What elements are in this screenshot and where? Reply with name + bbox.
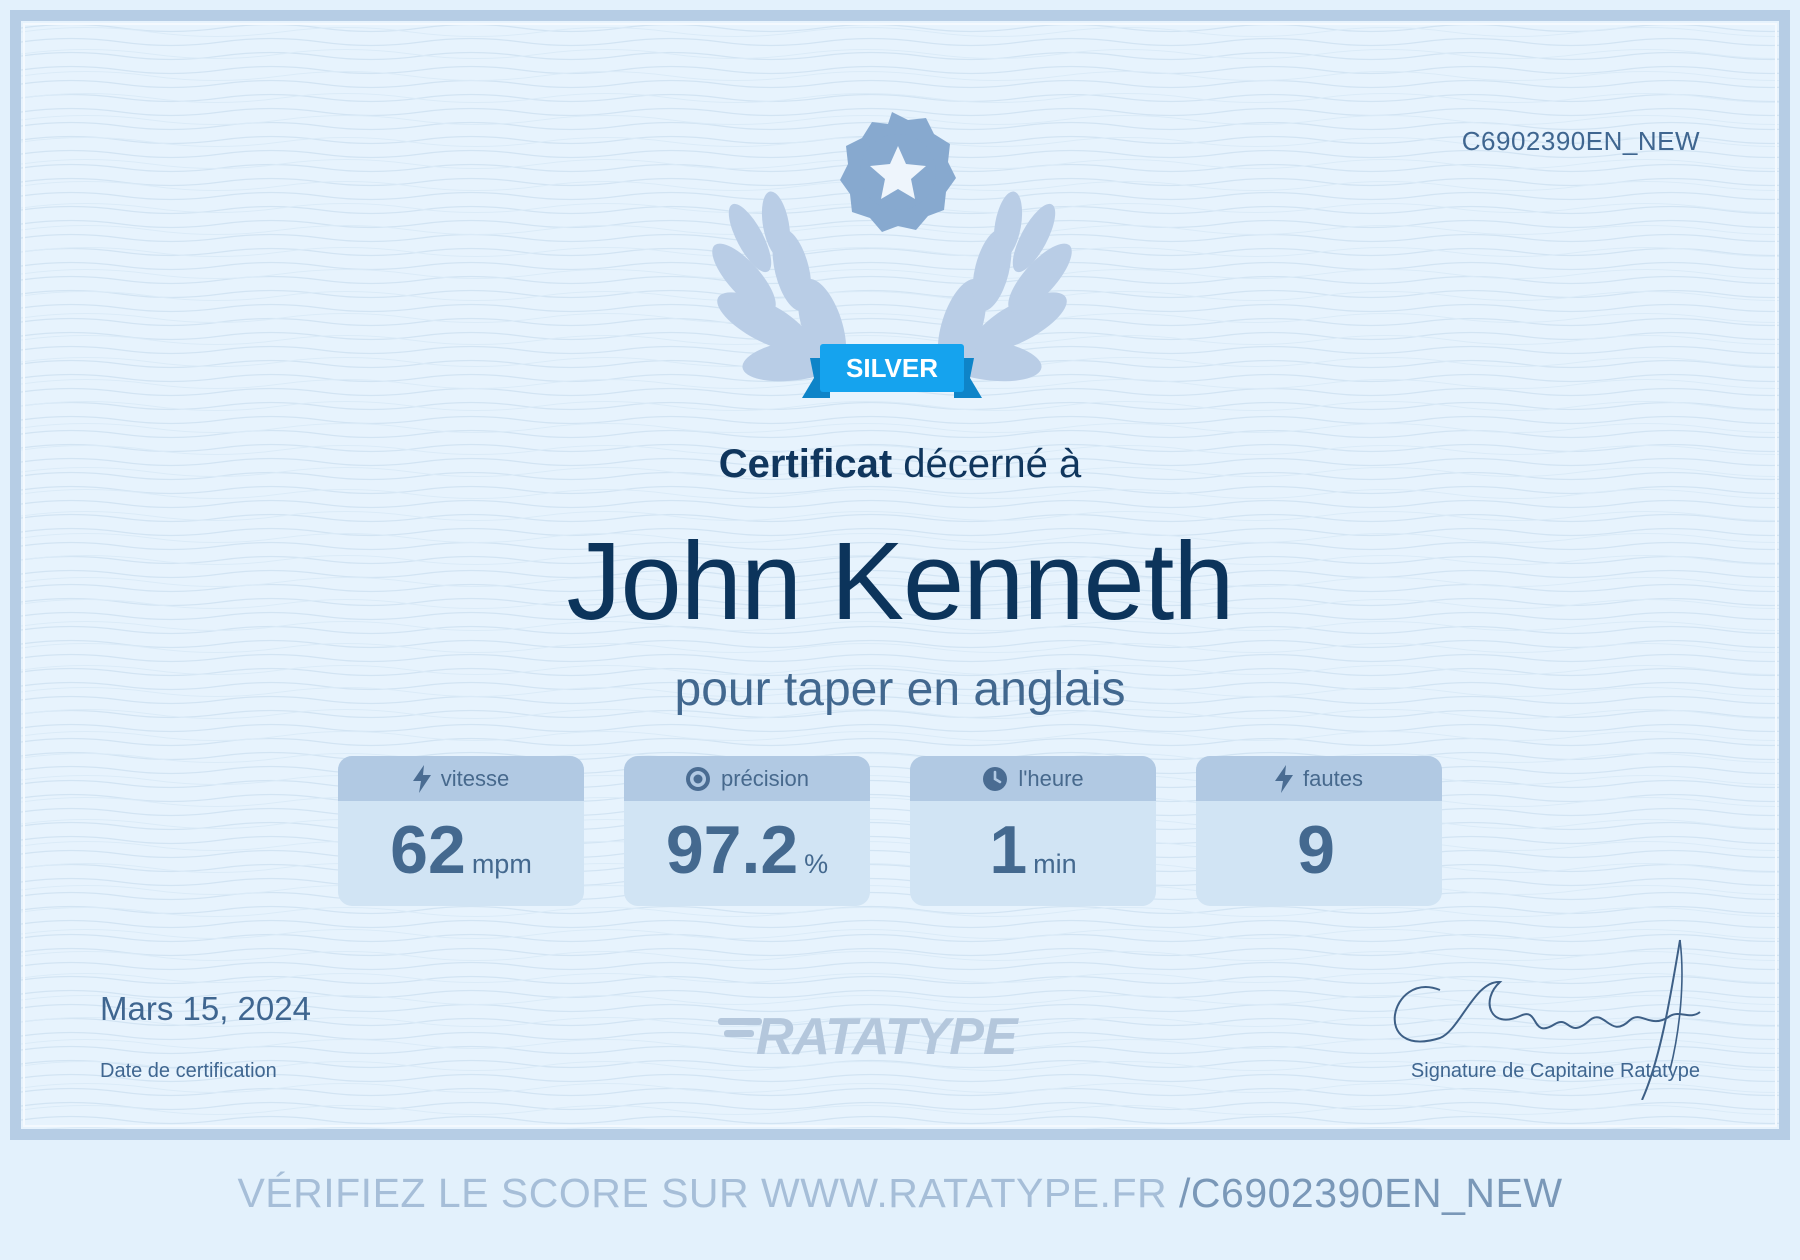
target-icon: [685, 766, 710, 791]
stat-card-accuracy: précision 97.2 %: [624, 756, 870, 906]
stat-body: 62 mpm: [338, 801, 584, 906]
verify-url-line: VÉRIFIEZ LE SCORE SUR WWW.RATATYPE.FR /C…: [0, 1170, 1800, 1217]
certificate-id: C6902390EN_NEW: [1461, 126, 1700, 156]
logo-text: RATATYPE: [756, 1008, 1019, 1064]
stat-card-speed: vitesse 62 mpm: [338, 756, 584, 906]
clock-icon: [983, 766, 1008, 791]
stat-value: 97.2: [665, 812, 799, 888]
stats-row: vitesse 62 mpm précision 97.2 % l'heure …: [338, 756, 1442, 906]
stat-header: précision: [624, 756, 870, 801]
silver-badge-label: SILVER: [846, 353, 938, 383]
awarded-strong: Certificat: [718, 442, 893, 486]
stat-label: précision: [720, 765, 810, 791]
stat-unit: %: [804, 849, 829, 879]
lightning-icon: [412, 764, 431, 793]
stat-unit: min: [1033, 849, 1077, 879]
stat-header: vitesse: [338, 756, 584, 801]
certificate-subtitle: pour taper en anglais: [674, 663, 1126, 716]
certification-date-label: Date de certification: [100, 1060, 277, 1082]
awarded-rest: décerné à: [903, 442, 1082, 486]
stat-body: 9: [1196, 801, 1442, 906]
ratatype-logo: RATATYPE: [718, 1008, 1020, 1064]
verify-prefix: VÉRIFIEZ LE SCORE SUR WWW.RATATYPE.FR: [237, 1170, 1168, 1216]
stat-card-errors: fautes 9: [1196, 756, 1442, 906]
stat-body: 1 min: [910, 801, 1156, 906]
certification-date: Mars 15, 2024: [100, 990, 311, 1027]
stat-value: 9: [1297, 812, 1335, 888]
signature-label: Signature de Capitaine Ratatype: [1410, 1060, 1700, 1082]
stat-header: l'heure: [910, 756, 1156, 801]
stat-header: fautes: [1196, 756, 1442, 801]
stat-value: 1: [989, 812, 1028, 888]
award-emblem: SILVER: [712, 112, 1072, 398]
stat-unit: mpm: [471, 849, 532, 879]
lightning-icon: [1275, 764, 1294, 793]
stat-value: 62: [390, 812, 466, 888]
stat-label: fautes: [1303, 765, 1363, 791]
stat-label: vitesse: [440, 765, 510, 791]
verify-link[interactable]: /C6902390EN_NEW: [1179, 1170, 1563, 1216]
star-rosette-icon: [840, 112, 956, 232]
stat-body: 97.2 %: [624, 801, 870, 906]
stat-label: l'heure: [1018, 765, 1084, 791]
awarded-heading: Certificat décerné à: [0, 442, 1800, 487]
recipient-name: John Kenneth: [566, 520, 1235, 643]
stat-card-time: l'heure 1 min: [910, 756, 1156, 906]
